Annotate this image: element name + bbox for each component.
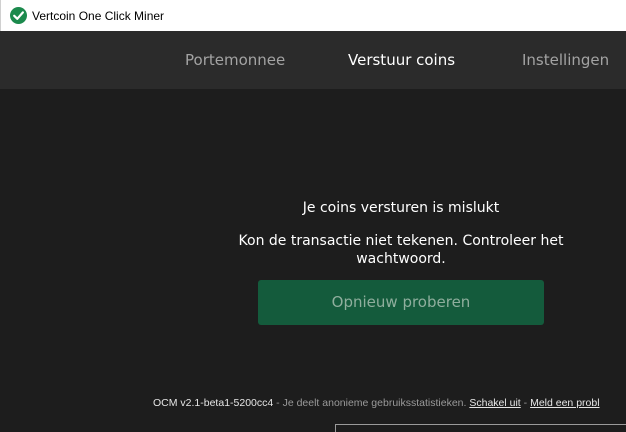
version-label: OCM v2.1-beta1-5200cc4 [153,397,274,409]
vertcoin-check-icon [10,7,27,24]
stats-notice: Je deelt anonieme gebruiksstatistieken. [282,397,467,409]
send-coins-panel: Je coins versturen is mislukt Kon de tra… [0,89,626,432]
disable-stats-link[interactable]: Schakel uit [469,397,520,409]
tab-instellingen[interactable]: Instellingen [522,31,609,89]
error-title: Je coins versturen is mislukt [302,200,500,216]
footer-border [335,424,626,432]
tab-portemonnee[interactable]: Portemonnee [185,31,285,89]
status-footer: OCM v2.1-beta1-5200cc4 - Je deelt anonie… [153,397,626,413]
footer-separator: - [273,397,283,409]
window-title: Vertcoin One Click Miner [32,8,165,23]
error-message: Kon de transactie niet tekenen. Controle… [238,233,564,267]
window-titlebar: Vertcoin One Click Miner [0,0,626,31]
retry-button[interactable]: Opnieuw proberen [258,280,544,325]
report-problem-link[interactable]: Meld een probl [530,397,599,409]
top-navigation: Portemonnee Verstuur coins Instellingen [0,31,626,89]
tab-verstuur-coins[interactable]: Verstuur coins [348,31,455,89]
footer-separator: - [520,397,531,409]
